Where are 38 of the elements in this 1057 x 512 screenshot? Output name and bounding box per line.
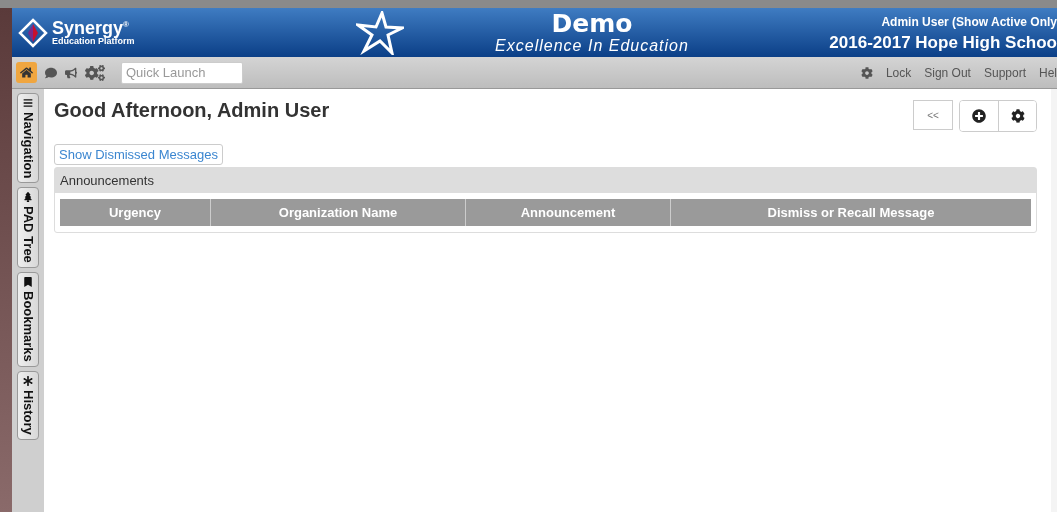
column-header: Dismiss or Recall Message <box>670 199 1031 226</box>
side-tab[interactable]: Navigation <box>17 93 39 184</box>
greeting-heading: Good Afternoon, Admin User <box>54 99 330 122</box>
gear-icon <box>1010 109 1025 123</box>
chat-icon[interactable] <box>45 66 57 79</box>
tree-icon <box>23 192 33 203</box>
column-header: Announcement <box>465 199 670 226</box>
menu-icon <box>23 98 33 108</box>
site-title: Demo <box>551 10 633 37</box>
star-icon <box>356 10 404 55</box>
user-name[interactable]: Admin User (Show Active Only <box>881 14 1057 29</box>
toolbar-link[interactable]: Support <box>983 65 1026 80</box>
settings-button[interactable] <box>998 101 1036 131</box>
gears-icon[interactable] <box>85 62 105 83</box>
side-tab[interactable]: Bookmarks <box>17 272 39 368</box>
megaphone-icon[interactable] <box>65 66 77 79</box>
brand-subtitle: Education Platform <box>52 37 135 46</box>
quick-launch-field[interactable]: Quick Launch <box>121 61 243 84</box>
panel-title: Announcements <box>55 168 1036 193</box>
brand-name: Synergy$^{®}$ <box>52 19 129 37</box>
collapse-button[interactable]: << <box>913 100 953 130</box>
side-tab[interactable]: History <box>17 371 39 440</box>
school-year: 2016-2017 Hope High Schoo <box>829 32 1057 53</box>
settings-icon[interactable] <box>860 66 873 79</box>
column-header: Urgency <box>60 199 210 226</box>
bookmark-icon <box>23 277 33 288</box>
column-header: Organization Name <box>210 199 465 226</box>
asterisk-icon <box>23 376 33 387</box>
toolbar-link[interactable]: Sign Out <box>924 65 971 80</box>
home-button[interactable] <box>16 62 37 83</box>
side-tab[interactable]: PAD Tree <box>17 187 39 269</box>
toolbar-link[interactable]: Lock <box>885 65 912 80</box>
toolbar-link[interactable]: Hel <box>1039 65 1057 80</box>
plus-icon <box>972 109 986 123</box>
site-motto: Excellence In Education <box>495 36 689 55</box>
show-dismissed-button[interactable]: Show Dismissed Messages <box>54 144 223 165</box>
home-icon <box>20 66 33 79</box>
logo-icon <box>18 17 48 48</box>
